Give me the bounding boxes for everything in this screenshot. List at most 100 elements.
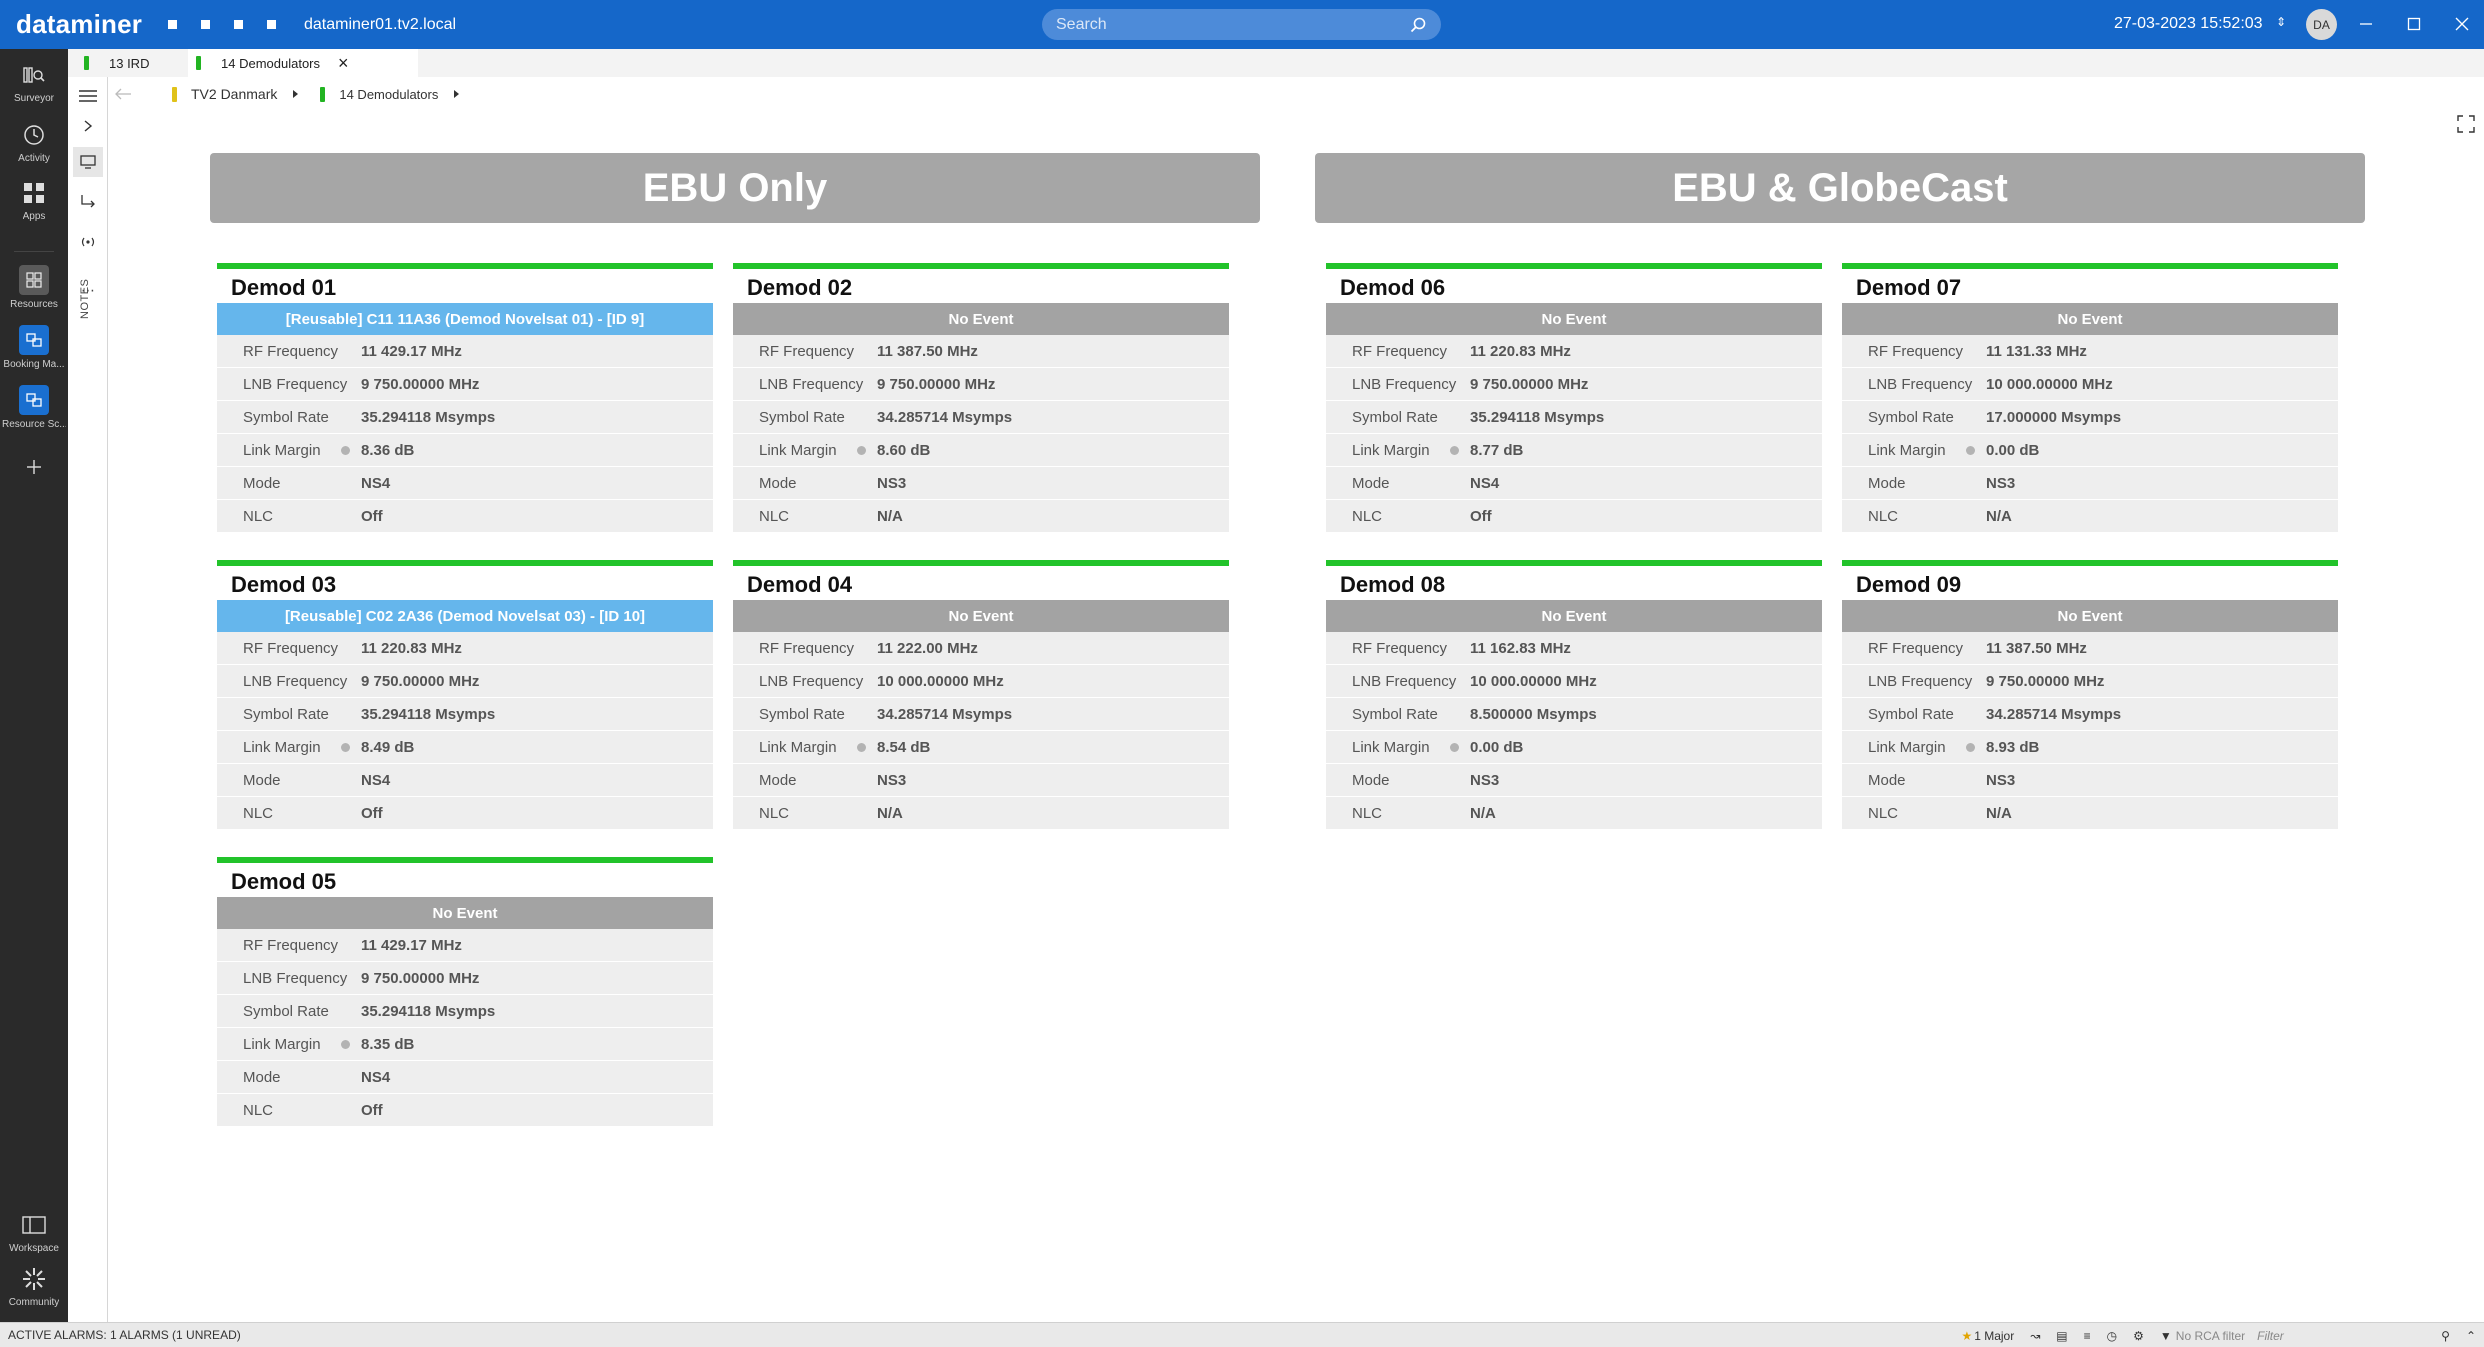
demod-event[interactable]: No Event xyxy=(217,897,713,929)
param-row-symbol-rate: Symbol Rate 35.294118 Msymps xyxy=(217,698,713,731)
param-value: 8.49 dB xyxy=(361,738,415,756)
breadcrumb-item[interactable]: 14 Demodulators xyxy=(339,87,438,102)
demod-event[interactable]: No Event xyxy=(1326,303,1822,335)
demod-card-6[interactable]: Demod 06 No Event RF Frequency 11 220.83… xyxy=(1326,263,1822,533)
quick-action-icon[interactable] xyxy=(201,20,210,29)
nav-resources[interactable]: Resources xyxy=(0,265,68,310)
nav-booking-manager[interactable]: Booking Ma... xyxy=(0,325,68,370)
close-tab-icon[interactable]: × xyxy=(338,53,349,74)
history-icon[interactable]: ◷ xyxy=(2107,1329,2117,1343)
param-value: Off xyxy=(361,1101,383,1119)
nav-apps[interactable]: Apps xyxy=(0,179,68,222)
chevron-down-icon[interactable]: ⇕ xyxy=(2276,15,2286,29)
demod-card-4[interactable]: Demod 04 No Event RF Frequency 11 222.00… xyxy=(733,560,1229,830)
param-row-mode: Mode NS3 xyxy=(1842,467,2338,500)
minimize-icon[interactable] xyxy=(2354,12,2378,36)
notes-tab[interactable]: NOTES xyxy=(79,279,91,319)
search-box[interactable] xyxy=(1042,9,1441,40)
param-label: RF Frequency xyxy=(1868,639,1964,657)
param-value: 11 429.17 MHz xyxy=(361,936,462,954)
param-row-link-margin: Link Margin 0.00 dB xyxy=(1326,731,1822,764)
status-dot-icon xyxy=(341,1039,350,1049)
booking-manager-icon xyxy=(19,325,49,355)
clock-icon xyxy=(20,121,48,149)
param-value: 9 750.00000 MHz xyxy=(1986,672,2105,690)
active-alarms-text[interactable]: ACTIVE ALARMS: 1 ALARMS (1 UNREAD) xyxy=(8,1328,241,1342)
signal-icon[interactable] xyxy=(78,232,98,252)
param-label: Symbol Rate xyxy=(1868,408,1954,426)
param-label: Mode xyxy=(1868,771,1906,789)
param-label: Symbol Rate xyxy=(243,1002,329,1020)
demod-event[interactable]: [Reusable] C11 11A36 (Demod Novelsat 01)… xyxy=(217,303,713,335)
quick-action-icon[interactable] xyxy=(234,20,243,29)
list-view-icon[interactable]: ▤ xyxy=(2056,1329,2067,1343)
major-alarm-count[interactable]: ★ 1 Major xyxy=(1961,1329,2014,1343)
param-value: 8.500000 Msymps xyxy=(1470,705,1597,723)
param-label: Link Margin xyxy=(243,738,321,756)
demod-parameters: RF Frequency 11 429.17 MHz LNB Frequency… xyxy=(217,335,713,533)
param-label: LNB Frequency xyxy=(1868,375,1973,393)
search-icon[interactable]: ⚲ xyxy=(2441,1329,2450,1343)
param-label: LNB Frequency xyxy=(243,375,348,393)
search-icon[interactable] xyxy=(1409,16,1427,34)
demod-event[interactable]: [Reusable] C02 2A36 (Demod Novelsat 03) … xyxy=(217,600,713,632)
param-row-symbol-rate: Symbol Rate 17.000000 Msymps xyxy=(1842,401,2338,434)
search-input[interactable] xyxy=(1056,15,1409,34)
trend-icon[interactable]: ↝ xyxy=(2030,1329,2040,1343)
rca-filter[interactable]: ▼ No RCA filter xyxy=(2160,1329,2245,1343)
breadcrumb-arrow-icon[interactable] xyxy=(454,90,460,98)
demod-card-3[interactable]: Demod 03 [Reusable] C02 2A36 (Demod Nove… xyxy=(217,560,713,830)
quick-action-icon[interactable] xyxy=(267,20,276,29)
demod-title: Demod 09 xyxy=(1856,572,1962,597)
param-label: Mode xyxy=(1352,474,1390,492)
param-row-rf-frequency: RF Frequency 11 429.17 MHz xyxy=(217,335,713,368)
status-dot-icon xyxy=(857,742,866,752)
tab-13-ird[interactable]: 13 IRD xyxy=(84,49,188,77)
nav-activity[interactable]: Activity xyxy=(0,121,68,164)
tab-14-demodulators[interactable]: 14 Demodulators × xyxy=(188,49,418,77)
quick-action-icon[interactable] xyxy=(168,20,177,29)
param-value-with-dot: 0.00 dB xyxy=(1450,739,1523,756)
param-label: Mode xyxy=(759,474,797,492)
maximize-icon[interactable] xyxy=(2402,12,2426,36)
demod-card-7[interactable]: Demod 07 No Event RF Frequency 11 131.33… xyxy=(1842,263,2338,533)
fullscreen-icon[interactable] xyxy=(2456,114,2476,134)
nav-workspace[interactable]: Workspace xyxy=(0,1211,68,1254)
add-app-button[interactable] xyxy=(0,453,68,481)
back-arrow-icon[interactable] xyxy=(114,87,132,101)
demod-event[interactable]: No Event xyxy=(733,600,1229,632)
settings-icon[interactable]: ⚙ xyxy=(2133,1329,2144,1343)
app-logo[interactable]: dataminer xyxy=(16,9,168,40)
chevron-right-icon[interactable] xyxy=(78,116,98,136)
alarm-filter-input[interactable] xyxy=(2253,1325,2434,1346)
demod-card-1[interactable]: Demod 01 [Reusable] C11 11A36 (Demod Nov… xyxy=(217,263,713,533)
breadcrumb-item[interactable]: TV2 Danmark xyxy=(191,86,277,102)
demod-event[interactable]: No Event xyxy=(1842,303,2338,335)
community-icon xyxy=(20,1265,48,1293)
nav-surveyor[interactable]: Surveyor xyxy=(0,61,68,104)
demod-card-9[interactable]: Demod 09 No Event RF Frequency 11 387.50… xyxy=(1842,560,2338,830)
demod-event[interactable]: No Event xyxy=(1842,600,2338,632)
param-value: N/A xyxy=(877,507,903,525)
close-icon[interactable] xyxy=(2450,12,2474,36)
nav-resource-scheduler[interactable]: Resource Sc... xyxy=(0,385,68,430)
demod-card-2[interactable]: Demod 02 No Event RF Frequency 11 387.50… xyxy=(733,263,1229,533)
demod-event[interactable]: No Event xyxy=(1326,600,1822,632)
relations-icon[interactable] xyxy=(78,191,98,211)
param-row-lnb-frequency: LNB Frequency 9 750.00000 MHz xyxy=(1326,368,1822,401)
avatar[interactable]: DA xyxy=(2306,9,2337,40)
sort-icon[interactable]: ≡ xyxy=(2084,1329,2091,1343)
param-label: NLC xyxy=(1868,804,1899,822)
demod-card-8[interactable]: Demod 08 No Event RF Frequency 11 162.83… xyxy=(1326,560,1822,830)
nav-community[interactable]: Community xyxy=(0,1265,68,1308)
visual-overview-icon[interactable] xyxy=(73,147,103,177)
rca-filter-label: No RCA filter xyxy=(2175,1328,2246,1343)
hamburger-menu-icon[interactable] xyxy=(78,86,98,106)
chevron-up-icon[interactable]: ⌃ xyxy=(2466,1329,2476,1343)
param-value: 35.294118 Msymps xyxy=(361,1002,496,1020)
demod-event[interactable]: No Event xyxy=(733,303,1229,335)
breadcrumb-arrow-icon[interactable] xyxy=(293,90,299,98)
param-row-nlc: NLC N/A xyxy=(1842,797,2338,830)
param-value-with-dot: 0.00 dB xyxy=(1966,442,2039,459)
demod-card-5[interactable]: Demod 05 No Event RF Frequency 11 429.17… xyxy=(217,857,713,1127)
